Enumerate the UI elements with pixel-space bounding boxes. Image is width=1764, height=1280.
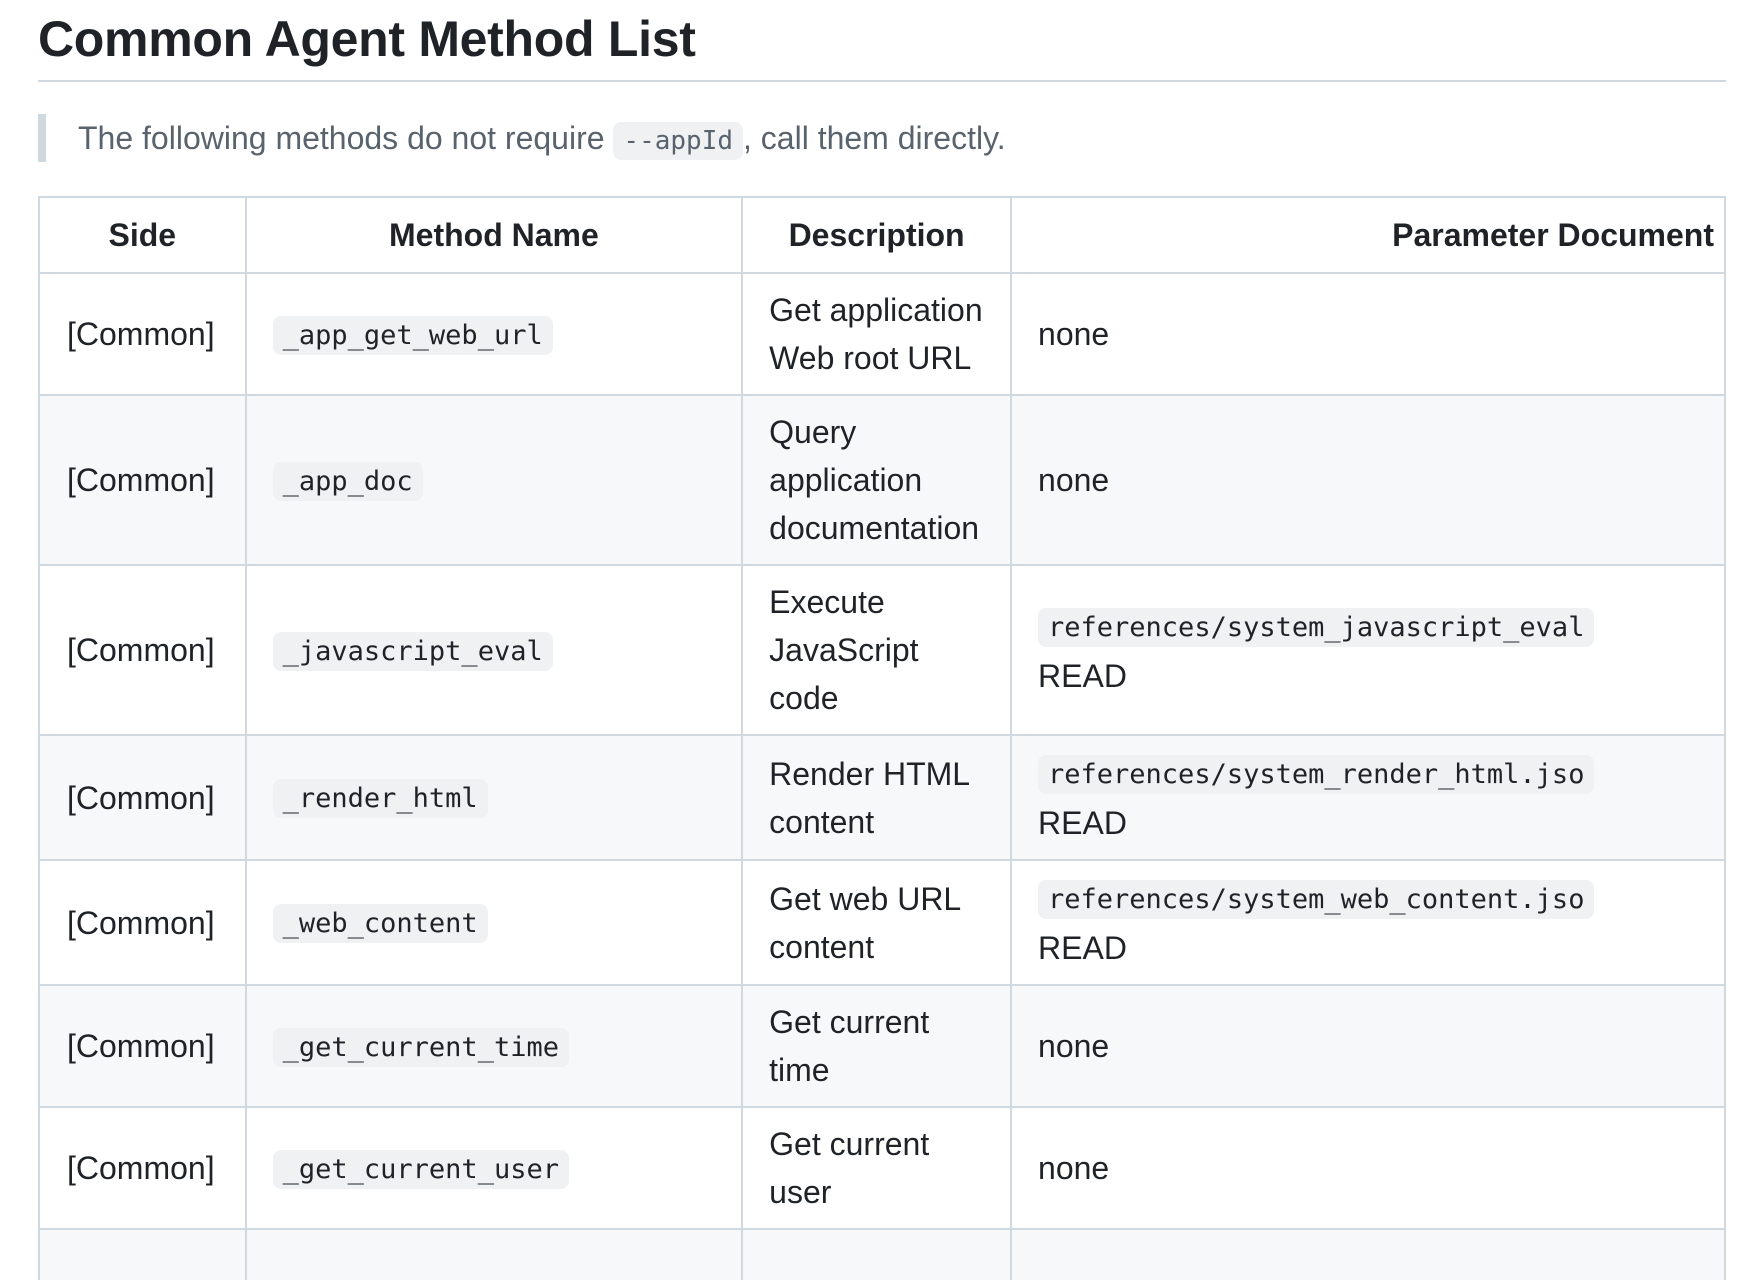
cell-description: Get current time bbox=[741, 984, 1013, 1108]
cell-description: Execute JavaScript code bbox=[741, 564, 1013, 736]
cell-description: Get web URL content bbox=[741, 859, 1013, 986]
parameter-doc-link[interactable]: references/system_render_html.jso bbox=[1038, 755, 1595, 794]
parameter-doc-link[interactable]: references/system_web_content.jso bbox=[1038, 880, 1595, 919]
parameter-doc-text: none bbox=[1038, 462, 1110, 498]
cell-parameter-document: references/system_web_content.jso READ bbox=[1010, 859, 1726, 986]
parameter-doc-text: none bbox=[1038, 1028, 1110, 1064]
table-header-row: Side Method Name Description Parameter D… bbox=[38, 196, 1726, 274]
table-row: [Common] _render_html Render HTML content r… bbox=[38, 734, 1726, 861]
method-name-code: _app_get_web_url bbox=[272, 315, 553, 355]
cell-side: [Common] bbox=[38, 984, 247, 1108]
method-table-container[interactable]: Side Method Name Description Parameter D… bbox=[38, 196, 1726, 1280]
cell-side: [Common] bbox=[38, 394, 247, 566]
parameter-doc-text: READ bbox=[1038, 805, 1127, 841]
header-description: Description bbox=[741, 196, 1013, 274]
parameter-doc-text: none bbox=[1038, 1150, 1110, 1186]
note-blockquote: The following methods do not require --a… bbox=[38, 114, 1726, 162]
page-title: Common Agent Method List bbox=[38, 0, 1726, 82]
cell-parameter-document: none bbox=[1010, 272, 1726, 396]
method-name-code: _app_doc bbox=[272, 461, 423, 501]
cell-parameter-document: none bbox=[1010, 1106, 1726, 1230]
cell-side: [Common] bbox=[38, 734, 247, 861]
table-row: [Common] _get_current_user Get current use… bbox=[38, 1106, 1726, 1230]
parameter-doc-text: none bbox=[1038, 316, 1110, 352]
header-parameter-document: Parameter Document bbox=[1010, 196, 1726, 274]
cell-description: Query application documentation bbox=[741, 394, 1013, 566]
cell-empty bbox=[38, 1228, 247, 1280]
method-name-code: _get_current_time bbox=[272, 1027, 569, 1067]
cell-description: Get current user bbox=[741, 1106, 1013, 1230]
header-side: Side bbox=[38, 196, 247, 274]
cell-parameter-document: none bbox=[1010, 394, 1726, 566]
document: Common Agent Method List The following m… bbox=[38, 0, 1726, 1280]
cell-empty bbox=[244, 1228, 744, 1280]
cell-method-name: _web_content bbox=[244, 859, 744, 986]
cell-side: [Common] bbox=[38, 1106, 247, 1230]
cell-side: [Common] bbox=[38, 859, 247, 986]
table-row: [Common] _get_current_time Get current tim… bbox=[38, 984, 1726, 1108]
cell-method-name: _javascript_eval bbox=[244, 564, 744, 736]
method-table: Side Method Name Description Parameter D… bbox=[38, 196, 1726, 1280]
header-method-name: Method Name bbox=[244, 196, 744, 274]
note-code: --appId bbox=[613, 122, 743, 160]
method-name-code: _get_current_user bbox=[272, 1149, 569, 1189]
note-prefix: The following methods do not require bbox=[78, 120, 614, 156]
parameter-doc-text: READ bbox=[1038, 657, 1127, 694]
cell-method-name: _render_html bbox=[244, 734, 744, 861]
parameter-doc-link[interactable]: references/system_javascript_eval bbox=[1038, 607, 1595, 647]
table-row: [Common] _javascript_eval Execute JavaScri… bbox=[38, 564, 1726, 736]
cell-method-name: _app_doc bbox=[244, 394, 744, 566]
cell-method-name: _app_get_web_url bbox=[244, 272, 744, 396]
cell-method-name: _get_current_user bbox=[244, 1106, 744, 1230]
cell-parameter-document: none bbox=[1010, 984, 1726, 1108]
method-name-code: _javascript_eval bbox=[272, 631, 553, 671]
table-row: [Common] _app_doc Query application docume… bbox=[38, 394, 1726, 566]
cell-empty bbox=[1010, 1228, 1726, 1280]
method-name-code: _web_content bbox=[272, 904, 488, 943]
table-row: [Common] _web_content Get web URL content r… bbox=[38, 859, 1726, 986]
cell-parameter-document: references/system_render_html.jso READ bbox=[1010, 734, 1726, 861]
cell-side: [Common] bbox=[38, 272, 247, 396]
method-name-code: _render_html bbox=[272, 779, 488, 818]
cell-empty bbox=[741, 1228, 1013, 1280]
note-suffix: , call them directly. bbox=[743, 120, 1006, 156]
table-row: [Common] _app_get_web_url Get application … bbox=[38, 272, 1726, 396]
cell-description: Get application Web root URL bbox=[741, 272, 1013, 396]
cell-side: [Common] bbox=[38, 564, 247, 736]
table-row-partial bbox=[38, 1228, 1726, 1280]
parameter-doc-text: READ bbox=[1038, 930, 1127, 966]
cell-parameter-document: references/system_javascript_eval READ bbox=[1010, 564, 1726, 736]
cell-method-name: _get_current_time bbox=[244, 984, 744, 1108]
cell-description: Render HTML content bbox=[741, 734, 1013, 861]
